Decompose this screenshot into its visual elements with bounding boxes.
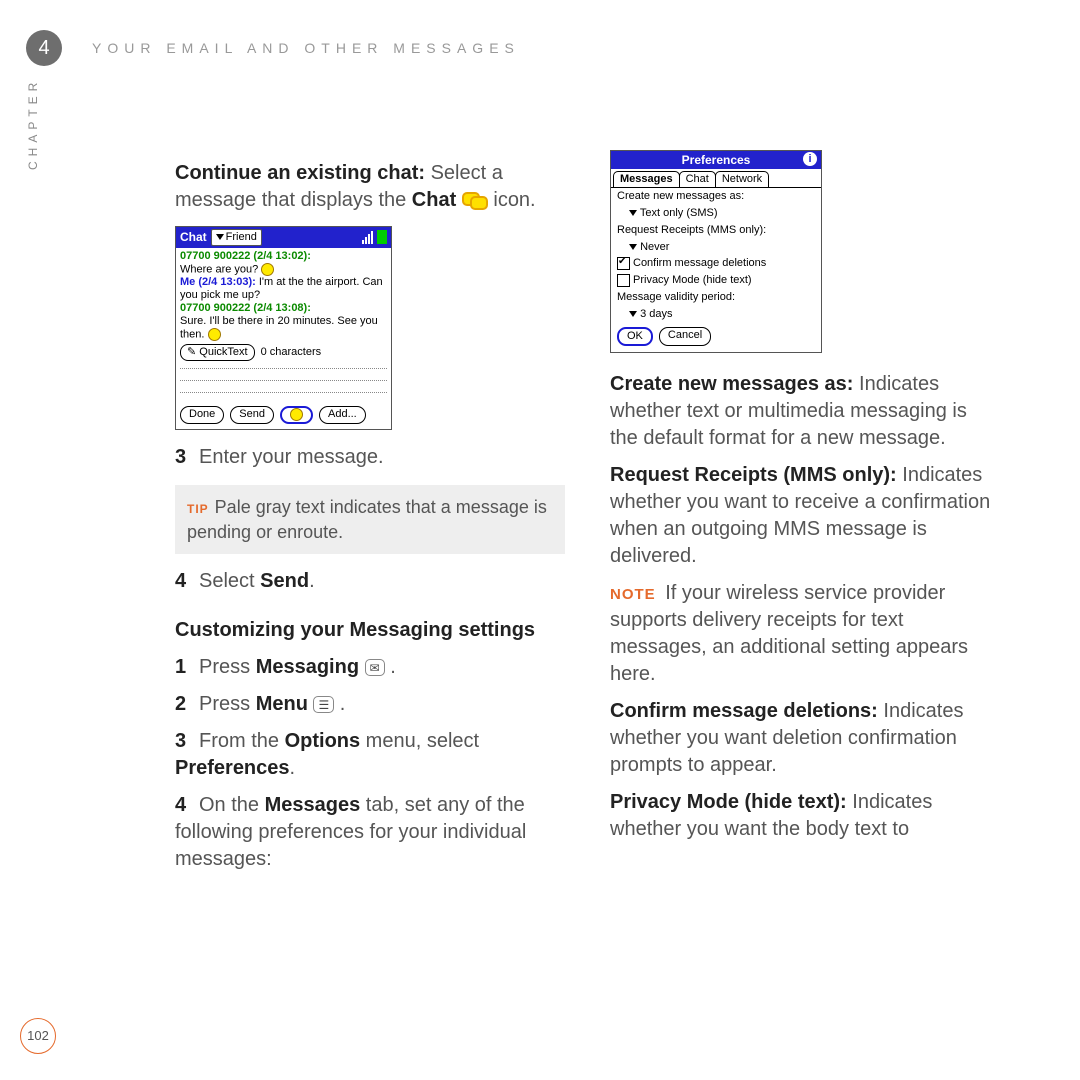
privacy-mode-paragraph: Privacy Mode (hide text): Indicates whet… xyxy=(610,789,1000,843)
info-icon[interactable]: i xyxy=(803,152,817,166)
note-paragraph: NOTE If your wireless service provider s… xyxy=(610,580,1000,688)
pref-dropdown[interactable]: Text only (SMS) xyxy=(611,205,821,222)
friend-dropdown[interactable]: Friend xyxy=(211,229,262,246)
menu-key-icon: ☰ xyxy=(313,696,334,713)
step-4: 4Select Send. xyxy=(175,568,565,595)
cancel-button[interactable]: Cancel xyxy=(659,327,711,346)
signal-icon xyxy=(362,231,373,244)
ok-button[interactable]: OK xyxy=(617,327,653,346)
preferences-screenshot: Preferences i Messages Chat Network Creat… xyxy=(610,150,822,353)
custom-step-4: 4On the Messages tab, set any of the fol… xyxy=(175,792,565,873)
continue-chat-label: Continue an existing chat: xyxy=(175,162,425,184)
chat-title: Chat xyxy=(180,229,207,245)
note-label: NOTE xyxy=(610,586,656,603)
pref-dropdown[interactable]: Never xyxy=(611,239,821,256)
chat-msg-header: 07700 900222 (2/4 13:02): xyxy=(180,250,387,263)
emoji-button[interactable] xyxy=(280,406,313,425)
messaging-key-icon: ✉ xyxy=(365,659,385,676)
add-button[interactable]: Add... xyxy=(319,406,366,425)
continue-chat-paragraph: Continue an existing chat: Select a mess… xyxy=(175,160,565,214)
tab-chat[interactable]: Chat xyxy=(679,171,716,187)
chat-icon xyxy=(462,192,488,210)
pref-row: Create new messages as: xyxy=(611,188,821,205)
done-button[interactable]: Done xyxy=(180,406,224,425)
smile-icon xyxy=(261,263,274,276)
chat-msg: Me (2/4 13:03): I'm at the the airport. … xyxy=(180,276,387,302)
battery-icon xyxy=(377,230,387,244)
custom-step-1: 1Press Messaging ✉ . xyxy=(175,654,565,681)
running-head: YOUR EMAIL AND OTHER MESSAGES xyxy=(92,39,520,58)
custom-step-3: 3From the Options menu, select Preferenc… xyxy=(175,728,565,782)
request-receipts-paragraph: Request Receipts (MMS only): Indicates w… xyxy=(610,462,1000,570)
create-new-messages-paragraph: Create new messages as: Indicates whethe… xyxy=(610,371,1000,452)
prefs-title: Preferences xyxy=(682,153,751,167)
quicktext-button[interactable]: ✎ QuickText xyxy=(180,344,255,361)
tab-network[interactable]: Network xyxy=(715,171,769,187)
page-number: 102 xyxy=(20,1018,56,1054)
pref-dropdown[interactable]: 3 days xyxy=(611,306,821,323)
chapter-side-label: CHAPTER xyxy=(25,78,41,170)
tip-box: TIPPale gray text indicates that a messa… xyxy=(175,485,565,554)
tab-messages[interactable]: Messages xyxy=(613,171,680,187)
checkbox-privacy-mode[interactable]: Privacy Mode (hide text) xyxy=(611,272,821,289)
confirm-deletions-paragraph: Confirm message deletions: Indicates whe… xyxy=(610,698,1000,779)
chat-msg: Sure. I'll be there in 20 minutes. See y… xyxy=(180,315,387,341)
tip-label: TIP xyxy=(187,502,209,516)
pref-row: Request Receipts (MMS only): xyxy=(611,222,821,239)
chat-msg-header: 07700 900222 (2/4 13:08): xyxy=(180,302,387,315)
char-count: 0 characters xyxy=(261,345,322,360)
subheading-customizing: Customizing your Messaging settings xyxy=(175,617,565,644)
chat-screenshot: Chat Friend 07700 900222 (2/4 13:02): Wh… xyxy=(175,226,392,430)
custom-step-2: 2Press Menu ☰ . xyxy=(175,691,565,718)
step-3: 3Enter your message. xyxy=(175,444,565,471)
chat-msg: Where are you? xyxy=(180,263,387,276)
send-button[interactable]: Send xyxy=(230,406,274,425)
pref-row: Message validity period: xyxy=(611,289,821,306)
chapter-badge: 4 xyxy=(26,30,62,66)
smile-icon xyxy=(208,328,221,341)
text-input-line[interactable] xyxy=(180,368,387,377)
checkbox-confirm-deletions[interactable]: Confirm message deletions xyxy=(611,255,821,272)
